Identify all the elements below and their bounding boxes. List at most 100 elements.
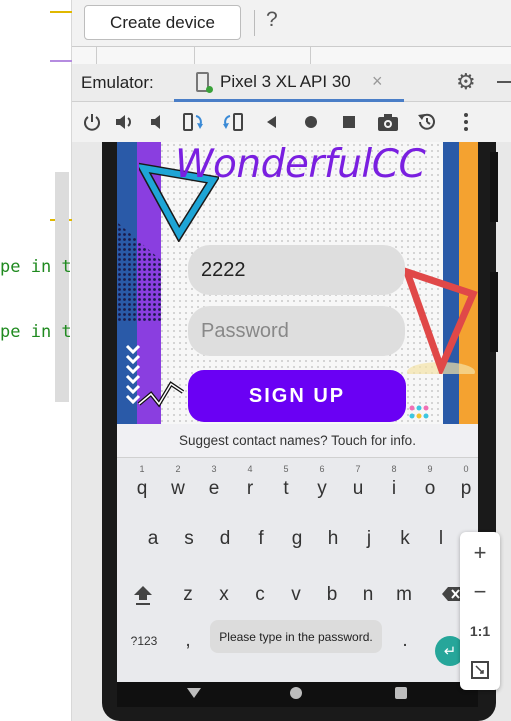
editor-highlight-mark: [50, 60, 72, 62]
key-i[interactable]: 8i: [379, 464, 409, 504]
emulator-toolbar: [72, 102, 511, 142]
back-icon[interactable]: [260, 110, 284, 134]
device-screen[interactable]: WonderfulCC 2222 Password SIGN UP Sugges…: [117, 142, 478, 707]
shift-icon: [134, 586, 152, 605]
key-hint: 9: [427, 464, 433, 474]
keyboard-suggestion-bar[interactable]: Suggest contact names? Touch for info.: [117, 424, 478, 458]
power-icon[interactable]: [80, 110, 104, 134]
device-manager-toolbar: Create device ?: [72, 0, 511, 46]
key-k[interactable]: k: [390, 514, 420, 554]
help-icon[interactable]: ?: [266, 8, 278, 32]
code-editor-strip[interactable]: pe in t pe in t: [0, 0, 72, 721]
gear-icon[interactable]: ⚙: [456, 69, 476, 95]
close-icon[interactable]: ×: [372, 71, 383, 92]
key-s[interactable]: s: [174, 514, 204, 554]
column-divider: [194, 47, 195, 65]
key-letter: s: [184, 528, 194, 549]
decor-zigzag: [137, 381, 185, 408]
device-power-button[interactable]: [490, 272, 498, 352]
key-p[interactable]: 0p: [451, 464, 478, 504]
key-d[interactable]: d: [210, 514, 240, 554]
android-nav-bar: [117, 682, 478, 707]
key-letter: w: [171, 478, 185, 499]
key-n[interactable]: n: [353, 570, 383, 610]
key-r[interactable]: 4r: [235, 464, 265, 504]
key-q[interactable]: 1q: [127, 464, 157, 504]
key-v[interactable]: v: [281, 570, 311, 610]
key-m[interactable]: m: [389, 570, 419, 610]
key-letter: m: [396, 584, 412, 605]
key-letter: d: [219, 528, 231, 549]
volume-down-icon[interactable]: [146, 110, 170, 134]
key-a[interactable]: a: [138, 514, 168, 554]
key-z[interactable]: z: [173, 570, 203, 610]
rotate-left-icon[interactable]: [181, 110, 205, 134]
password-input[interactable]: Password: [188, 306, 405, 356]
device-volume-button[interactable]: [490, 152, 498, 222]
key-o[interactable]: 9o: [415, 464, 445, 504]
key-hint: 2: [175, 464, 181, 474]
symbols-key[interactable]: ?123: [124, 628, 164, 668]
key-letter: l: [438, 528, 444, 549]
tab-label: Pixel 3 XL API 30: [220, 72, 351, 91]
key-letter: r: [246, 478, 254, 499]
key-hint: 4: [247, 464, 253, 474]
rotate-right-icon[interactable]: [221, 110, 245, 134]
volume-up-icon[interactable]: [113, 110, 137, 134]
username-input[interactable]: 2222: [188, 245, 405, 295]
zoom-out-button[interactable]: −: [460, 573, 500, 611]
key-h[interactable]: h: [318, 514, 348, 554]
decor-triangle-red: [401, 266, 478, 374]
nav-back-icon[interactable]: [186, 686, 202, 700]
nav-home-icon[interactable]: [289, 686, 303, 700]
nav-overview-icon[interactable]: [394, 686, 408, 700]
toolbar-divider: [254, 10, 255, 36]
key-w[interactable]: 2w: [163, 464, 193, 504]
create-device-button[interactable]: Create device: [84, 5, 241, 40]
key-letter: x: [219, 584, 229, 605]
key-u[interactable]: 7u: [343, 464, 373, 504]
comma-key[interactable]: ,: [173, 628, 203, 668]
key-x[interactable]: x: [209, 570, 239, 610]
key-letter: n: [362, 584, 374, 605]
key-g[interactable]: g: [282, 514, 312, 554]
key-letter: z: [183, 584, 193, 605]
minimize-icon[interactable]: [497, 81, 511, 83]
zoom-in-button[interactable]: +: [460, 534, 500, 572]
android-studio-window: pe in t pe in t Create device ? Emulator…: [0, 0, 511, 721]
fit-screen-button[interactable]: [460, 651, 500, 689]
key-f[interactable]: f: [246, 514, 276, 554]
key-c[interactable]: c: [245, 570, 275, 610]
camera-icon[interactable]: [376, 110, 400, 134]
snapshot-icon[interactable]: [415, 110, 439, 134]
editor-scrollbar[interactable]: [55, 172, 69, 402]
more-icon[interactable]: [454, 110, 478, 134]
fit-screen-icon: [471, 661, 489, 679]
key-l[interactable]: l: [426, 514, 456, 554]
key-hint: 3: [211, 464, 217, 474]
home-icon[interactable]: [299, 110, 323, 134]
key-e[interactable]: 3e: [199, 464, 229, 504]
emulator-label: Emulator:: [81, 73, 154, 92]
key-t[interactable]: 5t: [271, 464, 301, 504]
key-letter: b: [326, 584, 338, 605]
tab-pixel-3-xl[interactable]: Pixel 3 XL API 30 ×: [174, 64, 404, 102]
key-hint: 6: [319, 464, 325, 474]
key-letter: t: [283, 478, 289, 499]
app-background: WonderfulCC 2222 Password SIGN UP: [117, 142, 478, 424]
column-divider: [310, 47, 311, 65]
zoom-controls: + − 1:1: [460, 532, 500, 690]
key-letter: i: [391, 478, 397, 499]
key-b[interactable]: b: [317, 570, 347, 610]
key-letter: f: [258, 528, 264, 549]
key-letter: k: [400, 528, 410, 549]
sign-up-button[interactable]: SIGN UP: [188, 370, 406, 422]
shift-key[interactable]: [128, 570, 158, 610]
period-key[interactable]: .: [390, 628, 420, 668]
overview-icon[interactable]: [337, 110, 361, 134]
editor-highlight-mark: [50, 11, 72, 13]
actual-size-button[interactable]: 1:1: [460, 612, 500, 650]
key-j[interactable]: j: [354, 514, 384, 554]
key-y[interactable]: 6y: [307, 464, 337, 504]
key-letter: y: [317, 478, 327, 499]
